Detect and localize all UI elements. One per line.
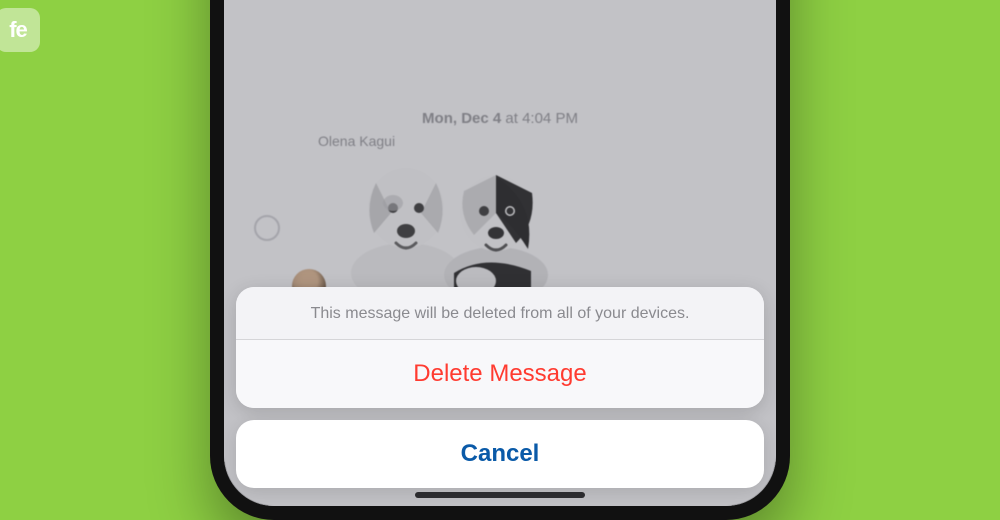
action-sheet-group: This message will be deleted from all of… bbox=[236, 287, 764, 408]
action-sheet-description: This message will be deleted from all of… bbox=[236, 287, 764, 340]
home-indicator[interactable] bbox=[415, 492, 585, 498]
logo-badge: fe bbox=[0, 8, 40, 52]
action-sheet: This message will be deleted from all of… bbox=[236, 287, 764, 488]
phone-screen: Mon, Dec 4 at 4:04 PM Olena Kagui bbox=[224, 0, 776, 506]
cancel-button[interactable]: Cancel bbox=[236, 420, 764, 488]
phone-frame: Mon, Dec 4 at 4:04 PM Olena Kagui bbox=[210, 0, 790, 520]
delete-message-button[interactable]: Delete Message bbox=[236, 340, 764, 408]
logo-text: fe bbox=[9, 17, 27, 43]
action-sheet-cancel-group: Cancel bbox=[236, 420, 764, 488]
